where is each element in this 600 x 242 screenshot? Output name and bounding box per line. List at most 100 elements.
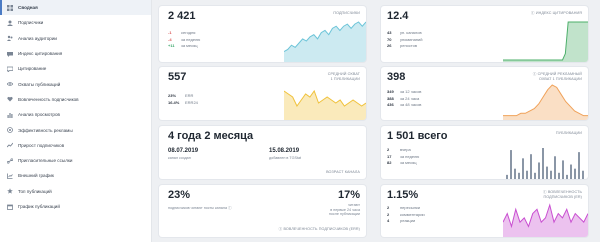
- sidebar-item-label: Пригласительные ссылки: [18, 158, 73, 164]
- sidebar-item-8[interactable]: Эффективность рекламы: [0, 122, 151, 137]
- star-icon: [7, 188, 13, 194]
- stat-row-value: 23%: [168, 93, 177, 98]
- stat-row: 388 за 24 часа: [387, 96, 421, 103]
- err-card[interactable]: 23% подписчиков читают посты канала ⓘ 17…: [159, 185, 366, 237]
- er-label-text: ВОВЛЕЧЕННОСТЬ ПОДПИСЧИКОВ (ER): [543, 190, 582, 199]
- stat-row: -1 сегодня: [168, 30, 200, 37]
- publications-card[interactable]: 1 501 всего ПУБЛИКАЦИИ 2 вчера 17 за неделю…: [381, 126, 588, 179]
- stat-row-text: упоминаний: [400, 36, 423, 42]
- users-icon: [7, 20, 13, 26]
- stat-row-text: комментарии: [400, 211, 425, 217]
- ad-reach-rows: 349 за 12 часов 388 за 24 часа 436 за 48 часо…: [387, 89, 421, 109]
- sidebar-item-10[interactable]: Пригласительные ссылки: [0, 153, 151, 168]
- created-date: 08.07.2019: [168, 148, 199, 154]
- er-value: 1.15%: [387, 189, 419, 201]
- err-footer-text: ВОВЛЕЧЕННОСТЬ ПОДПИСЧИКОВ (ERR): [283, 227, 360, 231]
- reach-card[interactable]: 557 СРЕДНИЙ ОХВАТ 1 ПУБЛИКАЦИИ 23% ERR 16.…: [159, 67, 366, 120]
- stat-row-value: 26: [387, 43, 392, 49]
- sidebar-item-13[interactable]: График публикаций: [0, 199, 151, 214]
- sidebar-item-5[interactable]: Охваты публикаций: [0, 76, 151, 91]
- subscribers-value: 2 421: [168, 10, 196, 22]
- publications-chart-bar: [522, 158, 524, 179]
- publications-chart-bar: [526, 170, 528, 179]
- subscribers-card[interactable]: 2 421 ПОДПИСЧИКИ -1 сегодня -4 за неделю +11…: [159, 6, 366, 62]
- stat-row-text: за 12 часов: [400, 89, 422, 94]
- stat-row: 349 за 12 часов: [387, 89, 421, 96]
- publications-label: ПУБЛИКАЦИИ: [555, 131, 582, 135]
- publications-chart-bar: [542, 148, 544, 179]
- publications-chart-bar: [550, 170, 552, 179]
- sidebar-item-label: Цитирование: [18, 66, 47, 72]
- stat-row-text: за 48 часов: [400, 102, 422, 108]
- stat-row-text: вчера: [400, 147, 411, 152]
- publications-chart-bar: [558, 172, 560, 179]
- created-label: канал создан: [168, 156, 191, 160]
- stat-row-value: 388: [387, 95, 394, 101]
- heart-icon: [7, 96, 13, 102]
- sidebar-item-6[interactable]: Вовлеченность подписчиков: [0, 92, 151, 107]
- sidebar-item-label: Индекс цитирования: [18, 51, 63, 57]
- stat-row: 23% ERR: [168, 93, 198, 100]
- publications-chart-bar: [578, 152, 580, 179]
- publications-chart-bar: [514, 168, 516, 179]
- sidebar-item-9[interactable]: Прирост подписчиков: [0, 138, 151, 153]
- citation-label-text: ИНДЕКС ЦИТИРОВАНИЯ: [535, 11, 582, 15]
- publications-chart-bar: [534, 172, 536, 179]
- publications-chart-bar: [574, 168, 576, 179]
- citation-value: 12.4: [387, 10, 409, 22]
- channel-age-card[interactable]: 4 года 2 месяца 08.07.2019 канал создан …: [159, 126, 366, 179]
- stat-row-value: 349: [387, 89, 394, 94]
- sidebar-item-11[interactable]: Внешний график: [0, 168, 151, 183]
- sidebar-item-label: Подписчики: [18, 20, 44, 26]
- dashboard-icon: [7, 4, 13, 11]
- sidebar-item-label: Внешний график: [18, 173, 54, 179]
- publications-chart-bar: [562, 160, 564, 179]
- stat-row-value: +11: [168, 43, 175, 49]
- subscribers-rows: -1 сегодня -4 за неделю +11 за месяц: [168, 30, 200, 50]
- publications-chart-bar: [554, 156, 556, 179]
- stat-row-text: репостов: [400, 43, 417, 49]
- link-icon: [7, 157, 13, 164]
- err-note-2: читают в первые 24 часа после публикации: [328, 203, 360, 217]
- chart-icon: [7, 173, 13, 179]
- citation-chart: [503, 21, 588, 62]
- stat-row-text: за месяц: [181, 43, 198, 49]
- stat-row: 2 пересылки: [387, 205, 425, 212]
- reach-chart: [284, 89, 366, 120]
- growth-icon: [7, 142, 13, 148]
- ad-reach-card[interactable]: 398 ⓘ СРЕДНИЙ РЕКЛАМНЫЙ ОХВАТ 1 ПУБЛИКАЦ…: [381, 67, 588, 120]
- stat-row: -4 за неделю: [168, 37, 200, 44]
- stat-row-value: 2: [387, 205, 390, 210]
- sidebar-item-2[interactable]: Анализ аудитории: [0, 31, 151, 46]
- er-card[interactable]: 1.15% ⓘ ВОВЛЕЧЕННОСТЬ ПОДПИСЧИКОВ (ER) 2…: [381, 185, 588, 237]
- stat-row-text: пересылки: [400, 205, 421, 210]
- added-date: 15.08.2019: [269, 148, 300, 154]
- publications-value: 1 501 всего: [387, 130, 448, 142]
- stat-row: 82 за месяц: [387, 160, 419, 167]
- stat-row-value: 16.4%: [168, 99, 180, 105]
- citation-card[interactable]: 12.4 ⓘ ИНДЕКС ЦИТИРОВАНИЯ 43 уп. каналов 7…: [381, 6, 588, 62]
- stat-row-text: уп. каналов: [400, 30, 422, 35]
- stat-row: 17 за неделю: [387, 154, 419, 161]
- stat-row: 16.4% ERR24: [168, 100, 198, 107]
- ad-reach-value: 398: [387, 71, 406, 83]
- publications-chart-bar: [506, 174, 508, 179]
- quote-icon: [7, 51, 13, 57]
- sidebar: Сводная Подписчики Анализ аудитории Индекс …: [0, 0, 152, 242]
- ad-reach-chart-area: [503, 85, 588, 120]
- stat-row-value: -1: [168, 30, 172, 35]
- citation-rows: 43 уп. каналов 70 упоминаний 26 репостов: [387, 30, 423, 50]
- sidebar-item-7[interactable]: Анализ просмотров: [0, 107, 151, 122]
- sidebar-item-1[interactable]: Подписчики: [0, 15, 151, 30]
- sidebar-item-4[interactable]: Цитирование: [0, 61, 151, 76]
- sidebar-item-3[interactable]: Индекс цитирования: [0, 46, 151, 61]
- err-value-2: 17%: [337, 189, 360, 201]
- sidebar-item-12[interactable]: Топ публикаций: [0, 184, 151, 199]
- err-footer: ⓘ ВОВЛЕЧЕННОСТЬ ПОДПИСЧИКОВ (ERR): [279, 227, 360, 232]
- er-label: ⓘ ВОВЛЕЧЕННОСТЬ ПОДПИСЧИКОВ (ER): [543, 190, 582, 200]
- sidebar-item-label: График публикаций: [18, 204, 60, 209]
- sidebar-item-label: Сводная: [18, 5, 38, 11]
- sidebar-item-0[interactable]: Сводная: [0, 0, 151, 16]
- publications-chart-bar: [538, 162, 540, 179]
- info-icon: ⓘ: [532, 72, 538, 76]
